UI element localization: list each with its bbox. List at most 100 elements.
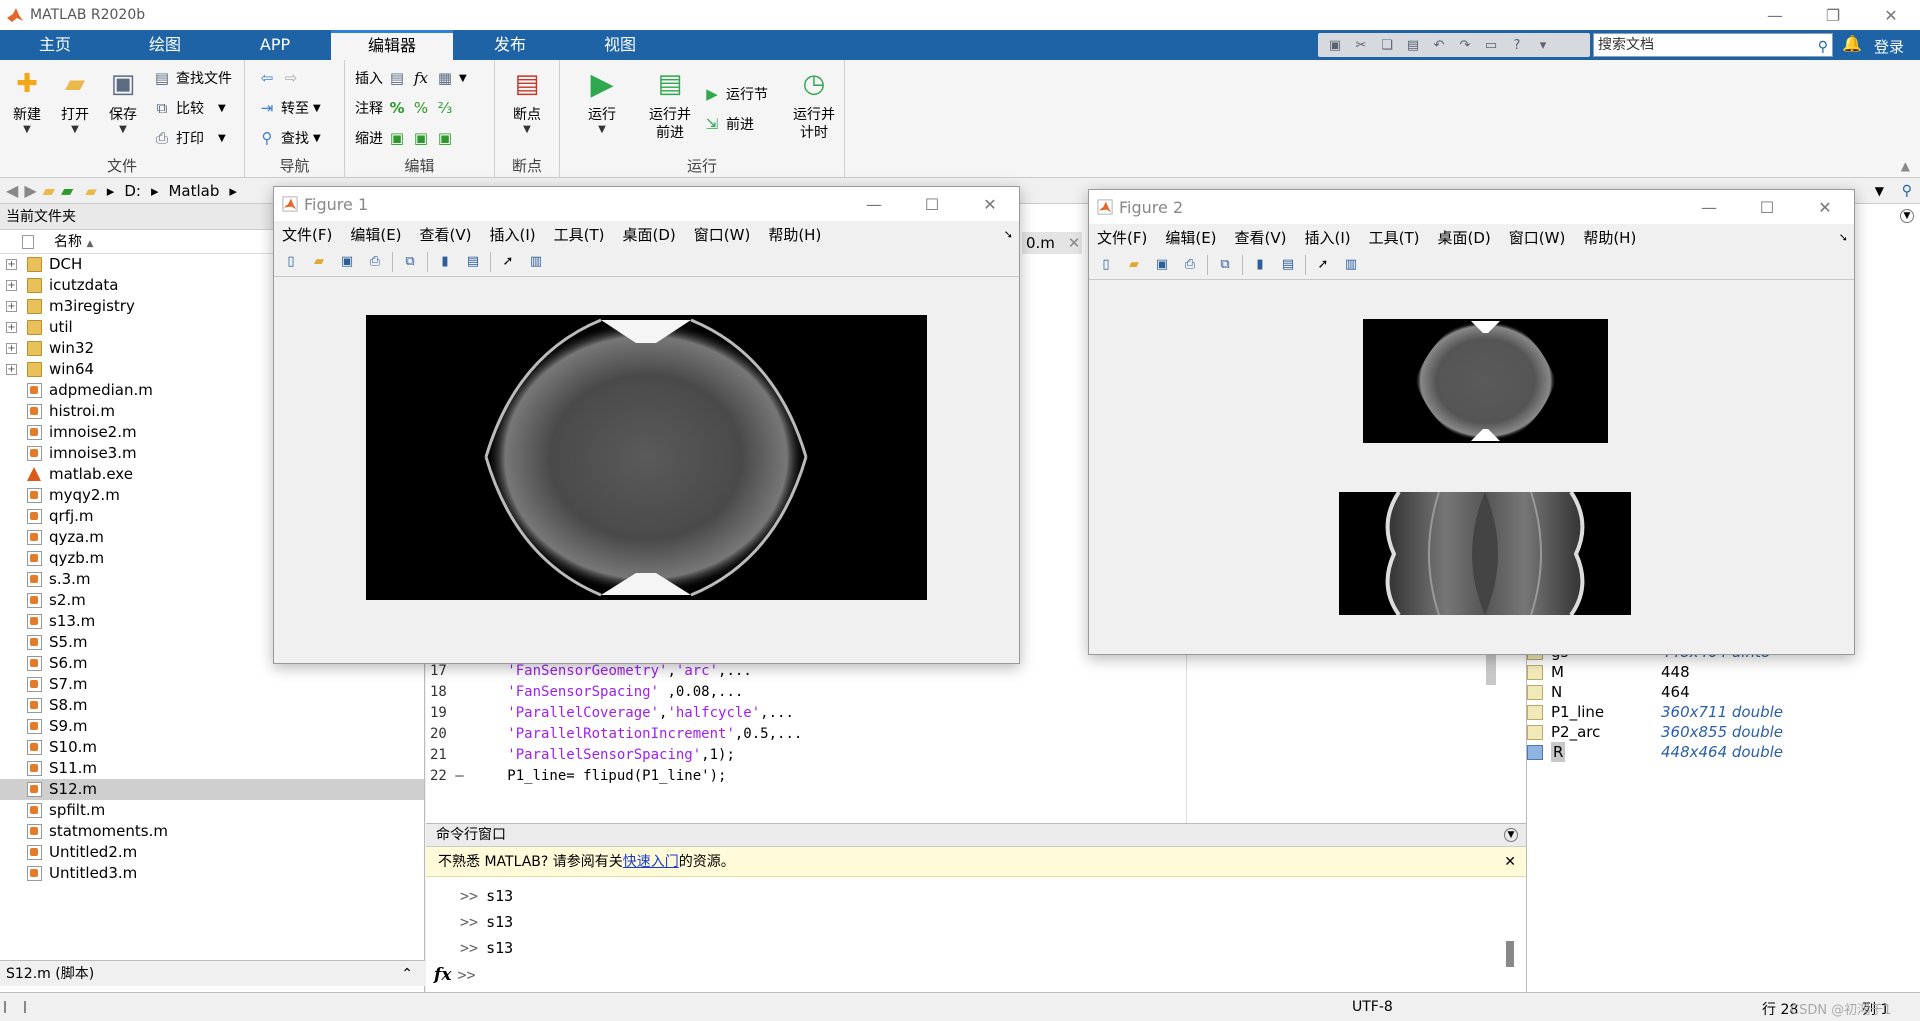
tab-view[interactable]: 视图	[585, 30, 655, 60]
file-list-item[interactable]: S7.m	[0, 674, 424, 695]
options-icon[interactable]: ▾	[1532, 35, 1554, 55]
file-list-item[interactable]: Untitled2.m	[0, 842, 424, 863]
menu-desktop[interactable]: 桌面(D)	[623, 224, 676, 245]
cut-icon[interactable]: ✂	[1350, 35, 1372, 55]
expand-icon[interactable]: +	[6, 280, 17, 291]
login-button[interactable]: 登录	[1874, 36, 1904, 57]
editor-tab[interactable]: 0.m ✕	[1022, 232, 1082, 254]
run-button[interactable]: ▶ 运行 ▼	[580, 66, 624, 136]
new-button[interactable]: ✚ 新建 ▼	[6, 66, 48, 135]
menu-view[interactable]: 查看(V)	[1235, 227, 1287, 248]
property-editor-icon[interactable]: ▥	[1340, 254, 1362, 276]
open-file-icon[interactable]: ▰	[1123, 254, 1145, 276]
collapse-ribbon-icon[interactable]: ▲	[1901, 159, 1910, 173]
close-tab-icon[interactable]: ✕	[1068, 234, 1081, 252]
tab-publish[interactable]: 发布	[475, 30, 545, 60]
maximize-button[interactable]: ☐	[1738, 190, 1796, 224]
code-line[interactable]: 'FanSensorSpacing' ,0.08,...	[482, 684, 743, 700]
minimize-button[interactable]: —	[1746, 0, 1804, 30]
dock-arrow-icon[interactable]: ➘	[1839, 231, 1848, 244]
menu-file[interactable]: 文件(F)	[1097, 227, 1147, 248]
file-list-item[interactable]: Untitled3.m	[0, 863, 424, 884]
workspace-variable-row[interactable]: R 448x464 double	[1527, 742, 1917, 762]
menu-edit[interactable]: 编辑(E)	[350, 224, 401, 245]
expand-icon[interactable]: +	[6, 259, 17, 270]
code-area[interactable]: 17 'FanSensorGeometry','arc',... 18 'FanS…	[426, 655, 1486, 823]
menu-edit[interactable]: 编辑(E)	[1165, 227, 1216, 248]
quick-start-link[interactable]: 快速入门	[623, 854, 679, 870]
goto-button[interactable]: ⇥ 转至 ▼	[257, 96, 321, 120]
code-line[interactable]: 'ParallelRotationIncrement',0.5,...	[482, 726, 802, 742]
dismiss-notice-icon[interactable]: ✕	[1504, 847, 1516, 877]
restore-button[interactable]: ❐	[1804, 0, 1862, 30]
close-button[interactable]: ✕	[1796, 190, 1854, 224]
expand-icon[interactable]: +	[6, 301, 17, 312]
legend-icon[interactable]: ▤	[462, 251, 484, 273]
print-figure-icon[interactable]: ⎙	[364, 251, 386, 273]
switch-windows-icon[interactable]: ▭	[1480, 35, 1502, 55]
tab-editor[interactable]: 编辑器	[331, 30, 453, 60]
figure-2-image-top[interactable]	[1363, 319, 1608, 443]
workspace-variable-row[interactable]: P2_arc 360x855 double	[1527, 722, 1917, 742]
comment-button[interactable]: 注释 % % ⅔	[355, 96, 455, 120]
run-section-button[interactable]: ▶ 运行节	[702, 82, 768, 106]
browse-icon[interactable]: ▰	[61, 181, 73, 200]
legend-icon[interactable]: ▤	[1277, 254, 1299, 276]
code-line[interactable]: 'FanSensorGeometry','arc',...	[482, 663, 751, 679]
indent-button[interactable]: 缩进 ▣ ▣ ▣	[355, 126, 455, 150]
figure-1-image[interactable]	[366, 315, 927, 600]
save-figure-icon[interactable]: ▣	[336, 251, 358, 273]
command-scrollbar[interactable]	[1506, 941, 1514, 967]
dock-arrow-icon[interactable]: ➘	[1004, 228, 1013, 241]
fx-icon[interactable]: fx	[411, 68, 431, 88]
address-dropdown-icon[interactable]: ▼	[1875, 184, 1884, 198]
expand-icon[interactable]: +	[6, 343, 17, 354]
menu-help[interactable]: 帮助(H)	[1583, 227, 1636, 248]
menu-view[interactable]: 查看(V)	[420, 224, 472, 245]
search-docs-input[interactable]: 搜索文档 ⚲	[1593, 33, 1833, 57]
print-button[interactable]: ⎙ 打印 ▼	[152, 126, 226, 150]
copy-icon[interactable]: ❏	[1376, 35, 1398, 55]
menu-window[interactable]: 窗口(W)	[694, 224, 751, 245]
print-figure-icon[interactable]: ⎙	[1179, 254, 1201, 276]
find-files-button[interactable]: ▤ 查找文件	[152, 66, 232, 90]
property-editor-icon[interactable]: ▥	[525, 251, 547, 273]
forward-icon[interactable]: ▶	[24, 181, 36, 200]
insert-button[interactable]: 插入 ▤ fx ▦ ▼	[355, 66, 467, 90]
tab-home[interactable]: 主页	[20, 30, 90, 60]
colorbar-icon[interactable]: ▮	[1249, 254, 1271, 276]
menu-insert[interactable]: 插入(I)	[1305, 227, 1351, 248]
tab-plots[interactable]: 绘图	[130, 30, 200, 60]
redo-icon[interactable]: ↷	[1454, 35, 1476, 55]
colorbar-icon[interactable]: ▮	[434, 251, 456, 273]
back-icon[interactable]: ◀	[6, 181, 18, 200]
file-list-item[interactable]: S8.m	[0, 695, 424, 716]
minimize-button[interactable]: —	[1680, 190, 1738, 224]
expand-icon[interactable]: +	[6, 322, 17, 333]
expand-icon[interactable]: +	[6, 364, 17, 375]
save-figure-icon[interactable]: ▣	[1151, 254, 1173, 276]
menu-window[interactable]: 窗口(W)	[1509, 227, 1566, 248]
code-line[interactable]: 'ParallelCoverage','halfcycle',...	[482, 705, 794, 721]
file-list-item[interactable]: S11.m	[0, 758, 424, 779]
new-figure-icon[interactable]: ▯	[1095, 254, 1117, 276]
menu-tools[interactable]: 工具(T)	[554, 224, 605, 245]
save-icon[interactable]: ▣	[1324, 35, 1346, 55]
save-button[interactable]: ▣ 保存 ▼	[102, 66, 144, 135]
menu-tools[interactable]: 工具(T)	[1369, 227, 1420, 248]
workspace-variable-row[interactable]: P1_line 360x711 double	[1527, 702, 1917, 722]
maximize-button[interactable]: ☐	[903, 187, 961, 221]
file-list-item[interactable]: S9.m	[0, 716, 424, 737]
open-file-icon[interactable]: ▰	[308, 251, 330, 273]
fx-icon[interactable]: fx	[434, 965, 451, 985]
find-button[interactable]: ⚲ 查找 ▼	[257, 126, 321, 150]
open-button[interactable]: ▰ 打开 ▼	[54, 66, 96, 135]
run-and-advance-button[interactable]: ▤ 运行并 前进	[642, 66, 698, 142]
code-line[interactable]: P1_line= flipud(P1_line');	[482, 768, 726, 784]
command-options-icon[interactable]: ▼	[1504, 828, 1518, 842]
bell-icon[interactable]: 🔔	[1842, 34, 1862, 53]
tab-apps[interactable]: APP	[240, 30, 310, 60]
code-line[interactable]: 'ParallelSensorSpacing',1);	[482, 747, 735, 763]
address-search-icon[interactable]: ⚲	[1902, 183, 1912, 199]
breakpoints-button[interactable]: ▤ 断点 ▼	[505, 66, 549, 135]
